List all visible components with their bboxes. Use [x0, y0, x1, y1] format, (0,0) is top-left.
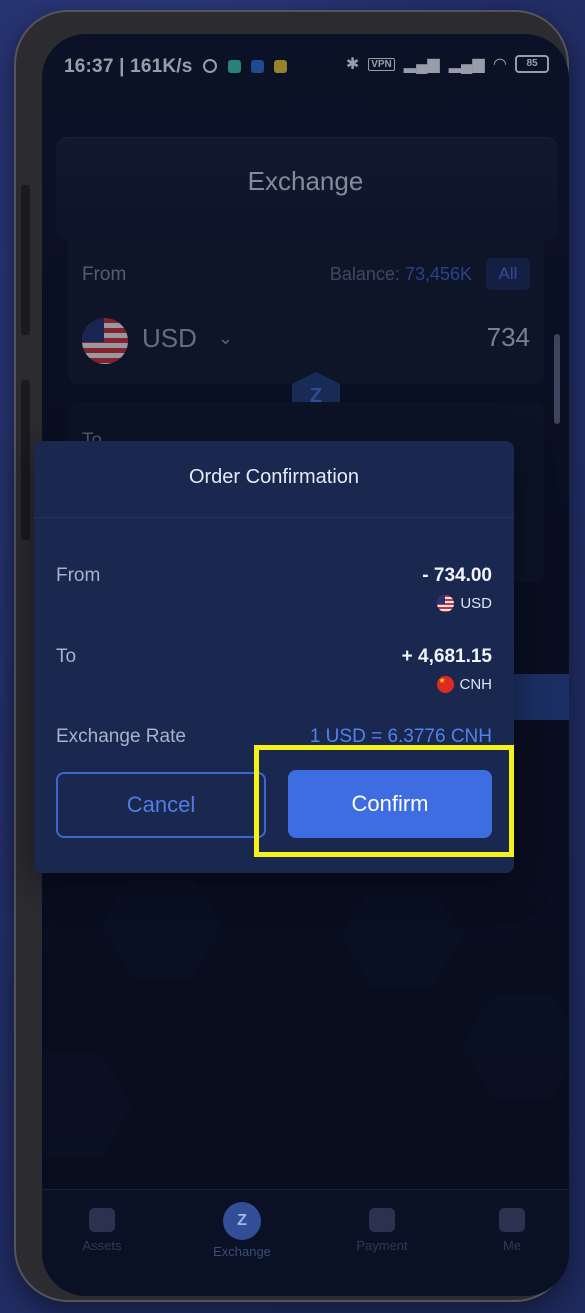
- modal-from-label: From: [56, 565, 101, 586]
- modal-to-amount: + 4,681.15: [401, 646, 492, 667]
- user-icon: [499, 1208, 525, 1232]
- nav-label: Exchange: [213, 1244, 271, 1259]
- modal-to-label: To: [56, 646, 77, 667]
- china-flag-icon: [436, 676, 454, 693]
- nav-label: Assets: [82, 1238, 122, 1253]
- exchange-rate-label: Exchange Rate: [56, 726, 186, 747]
- modal-from-currency-text: USD: [460, 595, 492, 612]
- volume-button: [21, 185, 30, 335]
- modal-to-currency: CNH: [436, 676, 493, 693]
- divider: [34, 517, 514, 518]
- nav-me[interactable]: Me: [462, 1208, 562, 1253]
- usa-flag-icon: [437, 595, 455, 612]
- confirm-highlight-box: [254, 745, 514, 857]
- modal-to-currency-text: CNH: [459, 676, 493, 693]
- nav-payment[interactable]: Payment: [332, 1208, 432, 1253]
- nav-label: Payment: [356, 1238, 408, 1253]
- card-icon: [369, 1208, 395, 1232]
- nav-label: Me: [502, 1238, 522, 1253]
- modal-from-amount: - 734.00: [422, 565, 492, 586]
- nav-exchange[interactable]: Z Exchange: [192, 1202, 292, 1259]
- cancel-button[interactable]: Cancel: [56, 772, 266, 838]
- modal-title: Order Confirmation: [188, 466, 360, 488]
- wallet-icon: [89, 1208, 115, 1232]
- bottom-nav: Assets Z Exchange Payment Me: [42, 1189, 569, 1296]
- power-button: [21, 380, 30, 540]
- nav-assets[interactable]: Assets: [52, 1208, 152, 1253]
- exchange-icon: Z: [223, 1202, 261, 1240]
- modal-from-currency: USD: [437, 595, 492, 612]
